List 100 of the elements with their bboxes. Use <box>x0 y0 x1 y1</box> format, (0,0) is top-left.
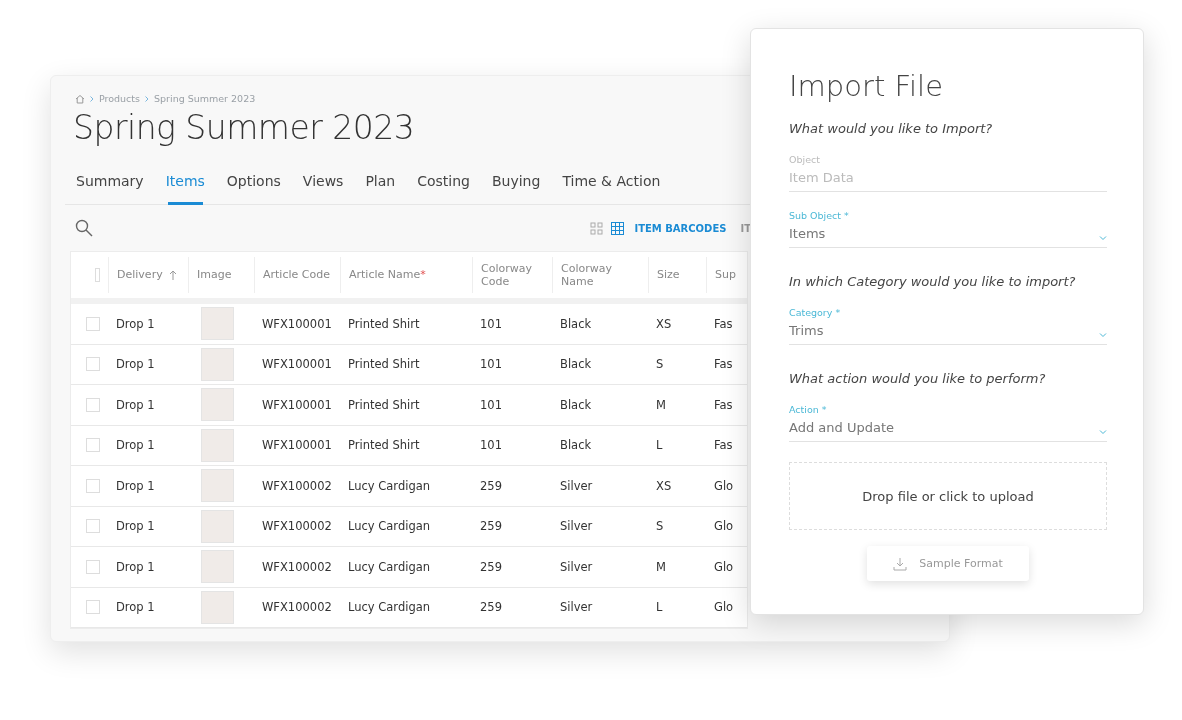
chevron-down-icon <box>1099 332 1107 338</box>
sample-format-button[interactable]: Sample Format <box>867 546 1029 581</box>
breadcrumb-link[interactable]: Spring Summer 2023 <box>154 93 256 104</box>
table-cell-text: S <box>655 519 665 534</box>
row-checkbox[interactable] <box>86 478 100 493</box>
table-cell-text: Silver <box>559 559 594 574</box>
table-cell-text: WFX100002 <box>261 559 333 574</box>
table-cell-text: Silver <box>559 600 594 615</box>
table-cell-text: Printed Shirt <box>347 357 421 372</box>
tab[interactable]: Items <box>154 161 216 204</box>
grid-view-icon[interactable] <box>611 221 625 235</box>
question-text: In which Category would you like to import? <box>789 274 1077 289</box>
table-cell-text: L <box>655 438 664 453</box>
table-cell-text: Glo <box>713 519 735 534</box>
item-barcodes-link[interactable]: ITEM BARCODES <box>634 222 727 234</box>
table-cell-text: 101 <box>479 316 503 331</box>
table-cell-text: WFX100002 <box>261 478 333 493</box>
table-cell-text: 259 <box>479 559 503 574</box>
question-text: What action would you like to perform? <box>789 371 1047 386</box>
tab[interactable]: Time & Action <box>551 161 672 204</box>
row-checkbox[interactable] <box>86 357 100 372</box>
table-cell-text: Black <box>559 397 593 412</box>
dialog-title: Import File <box>789 69 944 103</box>
tab[interactable]: Buying <box>480 161 552 204</box>
photo-placeholder <box>201 307 234 341</box>
row-checkbox[interactable] <box>86 316 100 331</box>
table-cell-text: Drop 1 <box>115 397 156 412</box>
select-all-checkbox[interactable] <box>95 268 100 282</box>
select-field[interactable]: Category * Trims <box>789 307 1107 345</box>
row-checkbox[interactable] <box>86 600 100 615</box>
table-cell-text: Drop 1 <box>115 316 156 331</box>
chevron-down-icon <box>1099 235 1107 241</box>
table-cell-text: Black <box>559 438 593 453</box>
column-header[interactable]: Size <box>657 268 680 282</box>
page-title: Spring Summer 2023 <box>73 108 415 147</box>
tab[interactable]: Views <box>291 161 355 204</box>
select-field[interactable]: Action * Add and Update <box>789 404 1107 442</box>
column-header[interactable]: Article Name* <box>349 268 426 282</box>
table-cell-text: Drop 1 <box>115 357 156 372</box>
tab[interactable]: Options <box>215 161 292 204</box>
table-cell-text: Printed Shirt <box>347 438 421 453</box>
table-cell-text: XS <box>655 478 673 493</box>
table-cell-text: 259 <box>479 478 503 493</box>
upload-dropzone[interactable]: Drop file or click to upload <box>789 462 1107 530</box>
table-cell-text: Glo <box>713 559 735 574</box>
row-checkbox[interactable] <box>86 438 100 453</box>
home-icon[interactable] <box>75 93 85 104</box>
table-cell-text: Lucy Cardigan <box>347 600 431 615</box>
table-cell-text: 101 <box>479 438 503 453</box>
table-cell-text: Silver <box>559 519 594 534</box>
table-cell-text: 101 <box>479 357 503 372</box>
table-cell-text: Fas <box>713 397 734 412</box>
tiles-view-icon[interactable] <box>590 221 604 235</box>
table-cell-text: M <box>655 559 667 574</box>
table-cell-text: WFX100001 <box>261 316 333 331</box>
row-checkbox[interactable] <box>86 397 100 412</box>
select-field[interactable]: Sub Object * Items <box>789 210 1107 248</box>
column-header[interactable]: Article Code <box>263 268 330 282</box>
column-header[interactable]: Colorway Name <box>561 261 640 289</box>
table-cell-text: M <box>655 397 667 412</box>
table-cell-text: Glo <box>713 600 735 615</box>
table-cell-text: WFX100001 <box>261 397 333 412</box>
row-checkbox[interactable] <box>86 559 100 574</box>
column-header[interactable]: Sup <box>715 268 736 282</box>
table-cell-text: XS <box>655 316 673 331</box>
table-cell-text: 259 <box>479 519 503 534</box>
table-cell-text: Lucy Cardigan <box>347 478 431 493</box>
toolbar-link[interactable]: IT <box>740 222 751 234</box>
photo-placeholder <box>201 590 234 624</box>
table-cell-text: Fas <box>713 357 734 372</box>
tab[interactable]: Costing <box>406 161 481 204</box>
column-header[interactable]: Delivery <box>117 268 163 282</box>
table-cell-text: Fas <box>713 316 734 331</box>
table-cell-text: L <box>655 600 664 615</box>
tab[interactable]: Plan <box>354 161 407 204</box>
table-cell-text: Drop 1 <box>115 559 156 574</box>
download-icon <box>893 556 908 571</box>
chevron-icon <box>145 95 150 102</box>
chevron-icon <box>90 95 94 102</box>
tab[interactable]: Summary <box>65 161 155 204</box>
column-header[interactable]: Image <box>197 268 232 282</box>
table-cell-text: Lucy Cardigan <box>347 559 431 574</box>
row-checkbox[interactable] <box>86 519 100 534</box>
table-cell-text: Lucy Cardigan <box>347 519 431 534</box>
table-cell-text: Drop 1 <box>115 519 156 534</box>
table-cell-text: WFX100002 <box>261 600 333 615</box>
search-icon[interactable] <box>75 219 93 237</box>
breadcrumb-link[interactable]: Products <box>99 93 141 104</box>
table-cell-text: WFX100001 <box>261 438 333 453</box>
photo-placeholder <box>201 550 234 584</box>
sort-arrow-icon[interactable] <box>168 270 177 280</box>
column-header[interactable]: Colorway Code <box>481 261 544 289</box>
table-cell-text: 101 <box>479 397 503 412</box>
table-cell-text: Drop 1 <box>115 438 156 453</box>
table-cell-text: 259 <box>479 600 503 615</box>
photo-placeholder <box>201 469 234 503</box>
table-cell-text: WFX100002 <box>261 519 333 534</box>
table-cell-text: Silver <box>559 478 594 493</box>
table-cell-text: Drop 1 <box>115 478 156 493</box>
table-cell-text: Black <box>559 316 593 331</box>
